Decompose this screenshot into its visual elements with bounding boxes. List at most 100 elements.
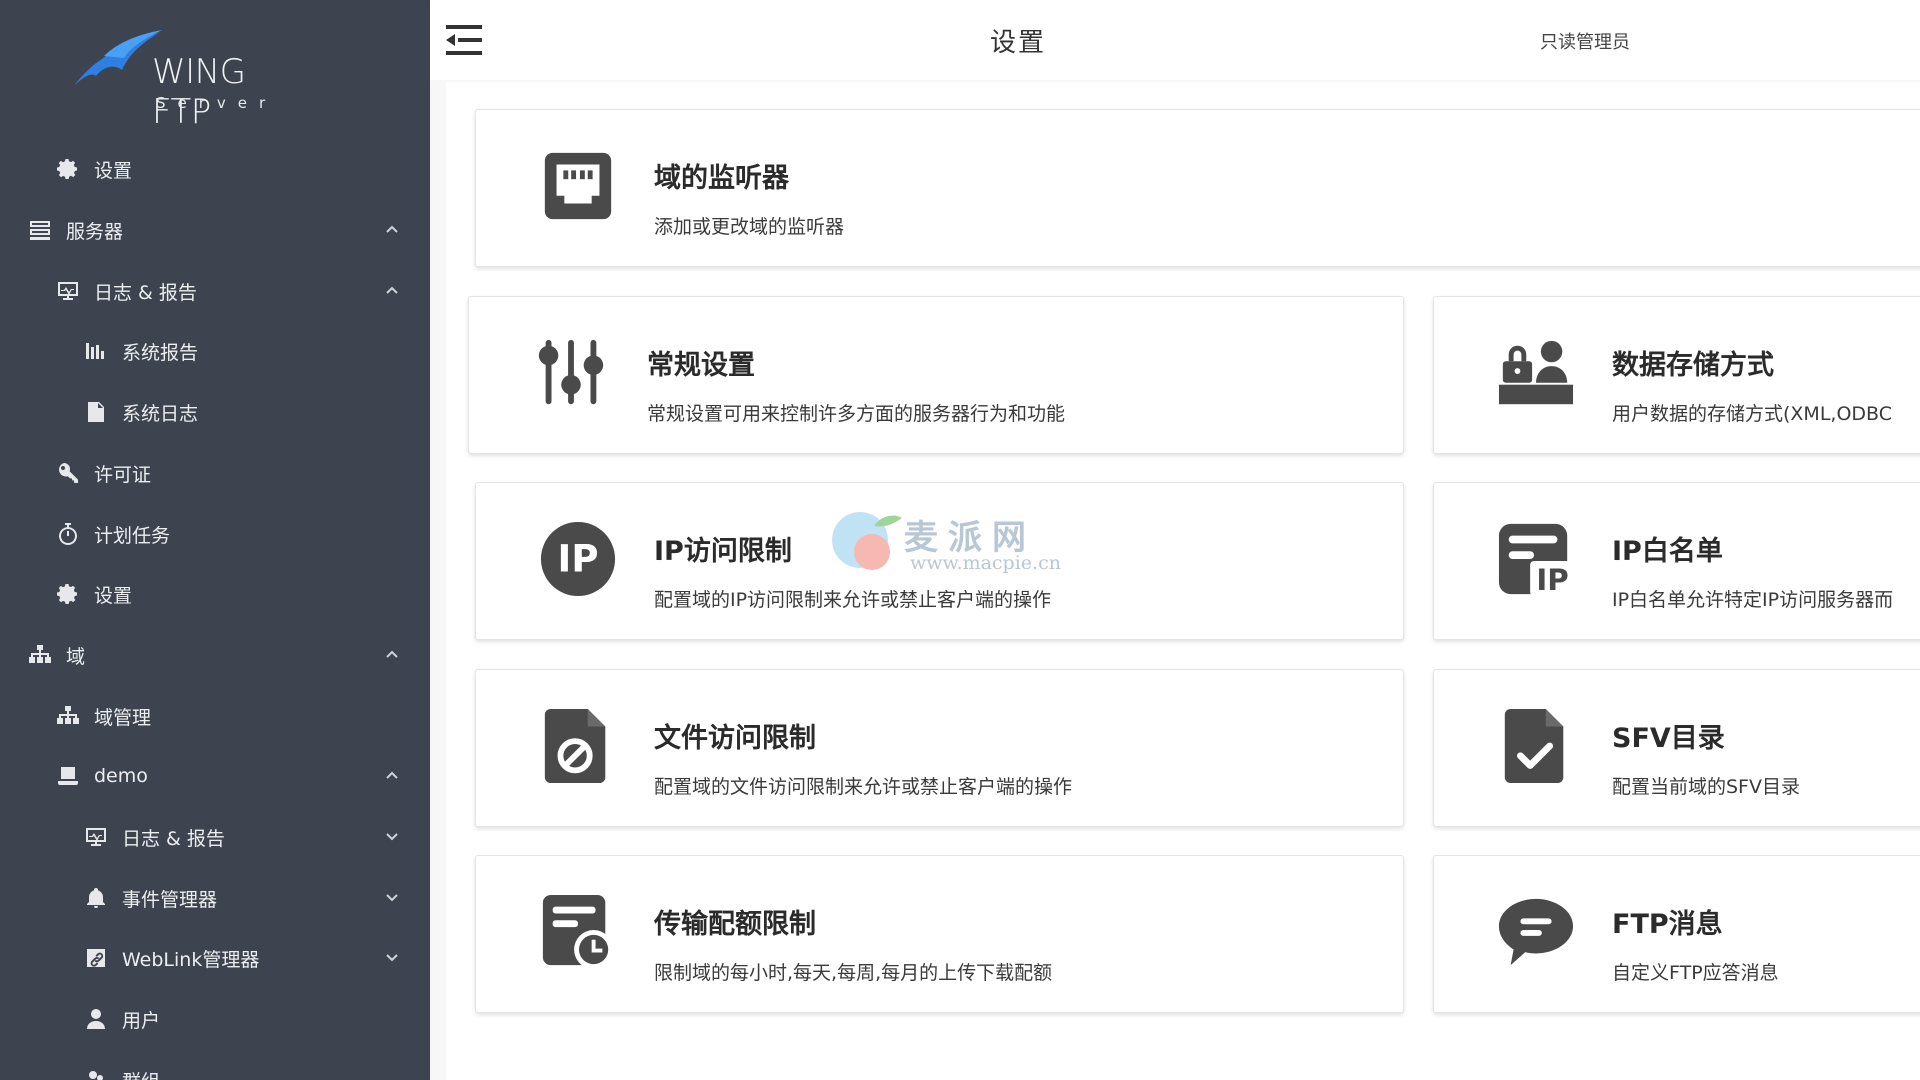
monitor-icon: [54, 277, 82, 305]
sidebar-item-label: 计划任务: [94, 524, 171, 547]
server-icon: [26, 216, 54, 244]
sidebar-item-settings-top[interactable]: 设置: [0, 139, 430, 199]
card-description: IP白名单允许特定IP访问服务器而: [1612, 589, 1894, 611]
sidebar-item-label: 用户: [122, 1009, 161, 1032]
sidebar-item-label: demo: [94, 765, 148, 787]
chevron-up-icon: [384, 645, 402, 663]
bell-icon: [82, 884, 110, 912]
sidebar-item-label: 事件管理器: [122, 888, 218, 911]
sidebar-item-domain-management[interactable]: 域管理: [0, 686, 430, 746]
sidebar-item-label: 域: [66, 645, 86, 668]
ip-list-icon: IP: [1496, 519, 1576, 599]
ethernet-port-icon: [538, 146, 618, 226]
sidebar-item-scheduled-tasks[interactable]: 计划任务: [0, 504, 430, 564]
card-title: IP访问限制: [654, 536, 792, 567]
stopwatch-icon: [54, 520, 82, 548]
top-bar: 设置 只读管理员: [430, 0, 1920, 80]
bar-chart-icon: [82, 337, 110, 365]
sidebar-item-domain[interactable]: 域: [0, 625, 430, 685]
user-icon: [82, 1005, 110, 1033]
sidebar-item-label: WebLink管理器: [122, 948, 260, 971]
svg-text:IP: IP: [558, 538, 599, 581]
card-description: 配置域的IP访问限制来允许或禁止客户端的操作: [654, 589, 1052, 611]
page-title: 设置: [990, 28, 1047, 58]
monitor-icon: [82, 823, 110, 851]
card-data-storage[interactable]: 数据存储方式 用户数据的存储方式(XML,ODBC: [1433, 296, 1920, 454]
sidebar-item-weblink-manager[interactable]: WebLink管理器: [0, 928, 430, 988]
sidebar-item-label: 群组: [122, 1067, 160, 1080]
chevron-up-icon: [384, 281, 402, 299]
card-title: FTP消息: [1612, 909, 1723, 940]
sidebar-item-users[interactable]: 用户: [0, 989, 430, 1049]
file-check-icon: [1496, 706, 1576, 786]
file-ban-icon: [538, 706, 618, 786]
card-title: 文件访问限制: [654, 723, 816, 754]
sidebar-item-license[interactable]: 许可证: [0, 443, 430, 503]
card-ftp-messages[interactable]: FTP消息 自定义FTP应答消息: [1433, 855, 1920, 1013]
card-transfer-quota[interactable]: 传输配额限制 限制域的每小时,每天,每周,每月的上传下载配额: [475, 855, 1404, 1013]
chevron-up-icon: [384, 220, 402, 238]
user-role-label[interactable]: 只读管理员: [1540, 28, 1630, 54]
sidebar-item-server[interactable]: 服务器: [0, 200, 430, 260]
ip-circle-icon: IP: [538, 519, 618, 599]
card-title: 域的监听器: [654, 163, 789, 194]
card-ip-whitelist[interactable]: IP IP白名单 IP白名单允许特定IP访问服务器而: [1433, 482, 1920, 640]
card-description: 配置当前域的SFV目录: [1612, 776, 1800, 798]
svg-text:IP: IP: [1536, 563, 1568, 597]
card-general-settings[interactable]: 常规设置 常规设置可用来控制许多方面的服务器行为和功能: [468, 296, 1404, 454]
sidebar-item-system-report[interactable]: 系统报告: [0, 321, 430, 381]
watermark: 麦派网 www.macpie.cn: [830, 508, 1090, 578]
sidebar-item-label: 域管理: [94, 706, 152, 729]
sidebar-item-label: 系统日志: [122, 402, 199, 425]
sliders-icon: [531, 333, 611, 413]
app-logo[interactable]: WING FTP Server: [70, 22, 300, 132]
gear-icon: [54, 155, 82, 183]
document-icon: [82, 398, 110, 426]
card-title: 常规设置: [647, 350, 755, 381]
sitemap-icon: [26, 641, 54, 669]
card-domain-listeners[interactable]: 域的监听器 添加或更改域的监听器: [475, 109, 1920, 267]
sidebar-item-system-log[interactable]: 系统日志: [0, 382, 430, 442]
sidebar-item-label: 设置: [94, 159, 133, 182]
sidebar-item-settings[interactable]: 设置: [0, 564, 430, 624]
gear-icon: [54, 580, 82, 608]
apple-logo-icon: [832, 512, 902, 570]
group-icon: [82, 1066, 110, 1080]
card-title: IP白名单: [1612, 536, 1723, 567]
card-description: 自定义FTP应答消息: [1612, 962, 1779, 984]
link-icon: [82, 944, 110, 972]
sidebar-item-label: 许可证: [94, 463, 152, 486]
sitemap-icon: [54, 702, 82, 730]
card-description: 常规设置可用来控制许多方面的服务器行为和功能: [647, 403, 1066, 425]
chevron-down-icon: [384, 888, 402, 906]
card-description: 限制域的每小时,每天,每周,每月的上传下载配额: [654, 962, 1053, 984]
sidebar-item-groups[interactable]: 群组: [0, 1050, 430, 1080]
content-panel: 域的监听器 添加或更改域的监听器 常规设置 常规设置可用来控制许多方面的服务器行…: [446, 82, 1920, 1080]
menu-toggle-icon[interactable]: [444, 22, 484, 58]
chevron-down-icon: [384, 948, 402, 966]
sidebar-item-event-manager[interactable]: 事件管理器: [0, 868, 430, 928]
user-lock-icon: [1496, 333, 1576, 413]
card-title: SFV目录: [1612, 723, 1725, 754]
card-file-access[interactable]: 文件访问限制 配置域的文件访问限制来允许或禁止客户端的操作: [475, 669, 1404, 827]
watermark-url: www.macpie.cn: [910, 552, 1061, 574]
card-title: 传输配额限制: [654, 909, 816, 940]
sidebar-item-demo[interactable]: demo: [0, 746, 430, 806]
card-title: 数据存储方式: [1612, 350, 1774, 381]
laptop-icon: [54, 762, 82, 790]
logo-text: WING FTP: [152, 52, 246, 132]
chevron-down-icon: [384, 827, 402, 845]
main-content: 域的监听器 添加或更改域的监听器 常规设置 常规设置可用来控制许多方面的服务器行…: [430, 80, 1920, 1080]
card-description: 添加或更改域的监听器: [654, 216, 845, 238]
sidebar-item-label: 服务器: [66, 220, 124, 243]
quota-clock-icon: [538, 892, 618, 972]
card-description: 配置域的文件访问限制来允许或禁止客户端的操作: [654, 776, 1073, 798]
card-sfv-directory[interactable]: SFV目录 配置当前域的SFV目录: [1433, 669, 1920, 827]
sidebar-item-demo-logs-reports[interactable]: 日志 & 报告: [0, 807, 430, 867]
sidebar-item-label: 日志 & 报告: [94, 281, 197, 304]
sidebar-item-logs-reports[interactable]: 日志 & 报告: [0, 261, 430, 321]
logo-subtext: Server: [156, 94, 278, 112]
message-bubble-icon: [1496, 892, 1576, 972]
key-icon: [54, 459, 82, 487]
sidebar: WING FTP Server 设置 服务器 日志 & 报告 系统报告 系统日志…: [0, 0, 430, 1080]
